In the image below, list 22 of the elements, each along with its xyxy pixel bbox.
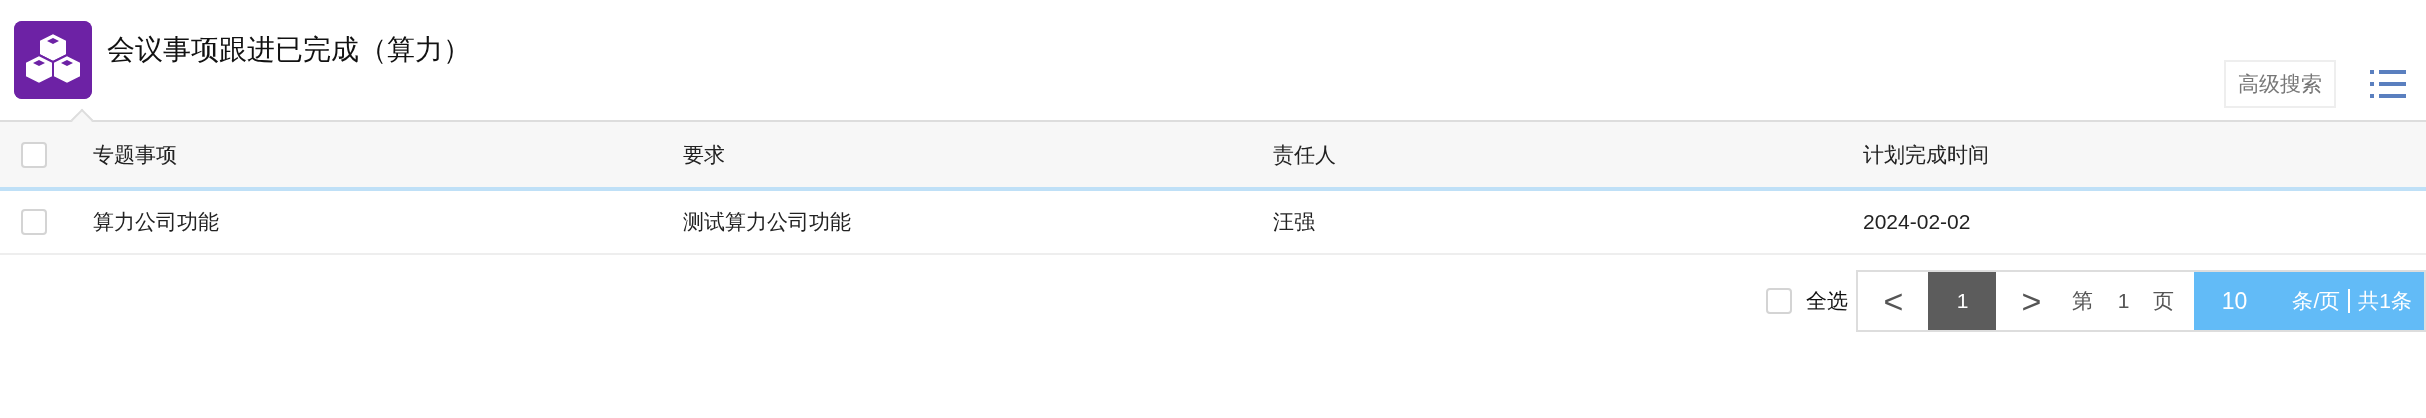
list-icon[interactable] (2370, 70, 2406, 98)
cubes-icon (14, 21, 92, 99)
table-cell-text: 算力公司功能 (93, 209, 220, 235)
checkbox[interactable] (21, 209, 47, 235)
column-header: 计划完成时间 (1863, 141, 1990, 168)
select-all-label: 全选 (1806, 288, 1849, 314)
table-cell-text: 2024-02-02 (1863, 210, 1972, 234)
table-cell-text: 汪强 (1273, 209, 1316, 235)
column-header: 专题事项 (93, 141, 178, 168)
checkbox[interactable] (21, 141, 47, 168)
per-page-label: 条/页 (2274, 289, 2351, 313)
advanced-search-button[interactable]: 高级搜索 (2224, 60, 2336, 108)
page-suffix-label: 页 (2153, 288, 2175, 314)
checkbox[interactable] (1766, 288, 1793, 314)
page-title: 会议事项跟进已完成（算力） (107, 33, 471, 67)
total-count-label: 共1条 (2357, 288, 2412, 314)
column-header: 责任人 (1273, 141, 1337, 168)
page-button[interactable]: 1 (1928, 272, 1997, 330)
page-prefix-label: 第 (2072, 288, 2094, 314)
page-number-field[interactable]: 1 (2093, 289, 2154, 313)
table-cell-text: 测试算力公司功能 (683, 209, 852, 235)
column-header: 要求 (683, 141, 726, 168)
